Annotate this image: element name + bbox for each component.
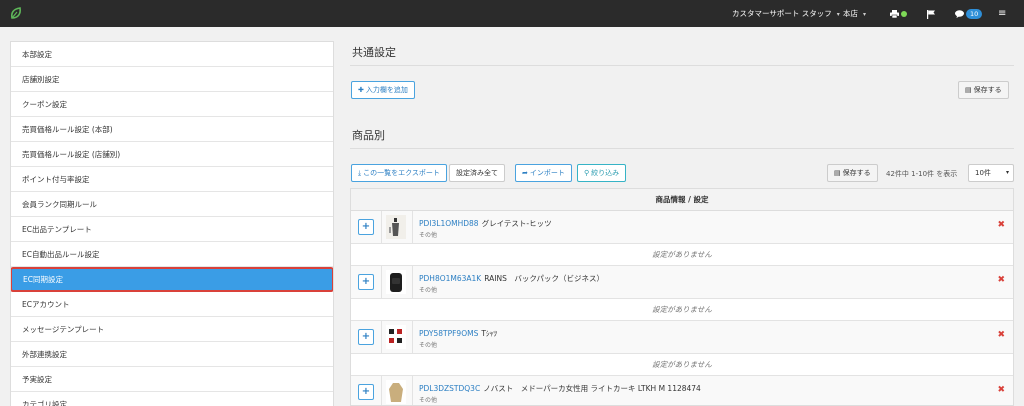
divider: [350, 148, 1014, 149]
product-info: PDY58TPF9OMS Tｼｬﾂ: [419, 328, 497, 339]
product-name: グレイテスト-ヒッツ: [481, 219, 552, 228]
sidebar-item-ec-sync[interactable]: EC同期設定: [11, 267, 333, 292]
staff-name: カスタマーサポート スタッフ: [732, 9, 832, 18]
messages-button[interactable]: 10: [955, 0, 983, 27]
hamburger-menu-icon[interactable]: ≡: [998, 0, 1006, 27]
export-label: この一覧をエクスポート: [363, 169, 440, 177]
product-name: Tｼｬﾂ: [481, 329, 498, 338]
expand-row-button[interactable]: +: [358, 274, 374, 290]
export-button[interactable]: ⤓ この一覧をエクスポート: [351, 164, 447, 182]
sidebar-item-ec-auto-listing[interactable]: EC自動出品ルール設定: [11, 242, 333, 267]
table-row: + PDL3DZSTDQ3C ノバスト メドーパーカ女性用 ライトカーキ LTKH…: [351, 376, 1013, 405]
save-label: 保存する: [842, 169, 871, 177]
sidebar-item-store-settings[interactable]: 店舗別設定: [11, 67, 333, 92]
product-thumbnail[interactable]: [386, 270, 406, 294]
common-settings-title: 共通設定: [352, 46, 396, 59]
chevron-down-icon: ▾: [1005, 169, 1009, 176]
save-icon: ▤: [834, 169, 841, 177]
flag-icon: [927, 9, 935, 19]
product-thumbnail[interactable]: [386, 325, 406, 349]
expand-row-button[interactable]: +: [358, 384, 374, 400]
no-settings-text: 設定がありません: [351, 299, 1013, 321]
product-code-link[interactable]: PDL3DZSTDQ3C: [419, 384, 480, 393]
filter-button[interactable]: ⚲ 絞り込み: [577, 164, 627, 182]
store-name: 本店: [843, 9, 858, 18]
printer-icon: [890, 10, 899, 19]
product-code-link[interactable]: PDY58TPF9OMS: [419, 329, 478, 338]
set-all-button[interactable]: 設定済み全て: [449, 164, 505, 182]
add-field-button[interactable]: ✚ 入力欄を追加: [351, 81, 415, 99]
sidebar-item-price-rule-store[interactable]: 売買価格ルール設定 (店舗別): [11, 142, 333, 167]
set-all-label: 設定済み全て: [456, 169, 498, 177]
delete-icon[interactable]: ✖: [997, 385, 1005, 395]
delete-icon[interactable]: ✖: [997, 220, 1005, 230]
chat-bubble-icon: [955, 10, 964, 18]
printer-status[interactable]: [890, 0, 907, 27]
sidebar-item-member-rank[interactable]: 会員ランク同期ルール: [11, 192, 333, 217]
chevron-down-icon: ▾: [836, 11, 840, 18]
product-name: ノバスト メドーパーカ女性用 ライトカーキ LTKH M 1128474: [483, 384, 701, 393]
product-name: RAINS バックパック（ビジネス）: [484, 274, 604, 283]
per-page-select[interactable]: 10件 ▾: [968, 164, 1014, 182]
sidebar-item-budget[interactable]: 予実設定: [11, 367, 333, 392]
table-row: + PDH8O1M63A1K RAINS バックパック（ビジネス） その他 ✖: [351, 266, 1013, 299]
sidebar-item-ec-account[interactable]: ECアカウント: [11, 292, 333, 317]
product-category: その他: [419, 287, 438, 294]
share-arrow-icon: ➦: [522, 169, 528, 177]
product-category: その他: [419, 232, 438, 239]
settings-sidebar: 本部設定 店舗別設定 クーポン設定 売買価格ルール設定 (本部) 売買価格ルール…: [10, 41, 334, 406]
search-icon: ⚲: [584, 169, 590, 177]
products-save-button[interactable]: ▤ 保存する: [827, 164, 878, 182]
table-row: + PDY58TPF9OMS Tｼｬﾂ その他 ✖: [351, 321, 1013, 354]
table-header: 商品情報 / 設定: [351, 189, 1013, 211]
pagination-count: 42件中 1-10件 を表示: [886, 170, 958, 178]
expand-row-button[interactable]: +: [358, 329, 374, 345]
product-table: 商品情報 / 設定 + PDI3L1OMHD88 グレイテスト-ヒッツ その他 ✖…: [350, 188, 1014, 406]
product-category: その他: [419, 397, 438, 404]
product-info: PDH8O1M63A1K RAINS バックパック（ビジネス）: [419, 273, 604, 284]
sidebar-item-coupon[interactable]: クーポン設定: [11, 92, 333, 117]
product-category: その他: [419, 342, 438, 349]
sidebar-item-price-rule-hq[interactable]: 売買価格ルール設定 (本部): [11, 117, 333, 142]
delete-icon[interactable]: ✖: [997, 330, 1005, 340]
per-page-value: 10件: [975, 169, 991, 177]
sidebar-item-message-template[interactable]: メッセージテンプレート: [11, 317, 333, 342]
product-info: PDI3L1OMHD88 グレイテスト-ヒッツ: [419, 218, 552, 229]
sidebar-item-point-rate[interactable]: ポイント付与率設定: [11, 167, 333, 192]
expand-row-button[interactable]: +: [358, 219, 374, 235]
save-label: 保存する: [973, 86, 1002, 94]
product-code-link[interactable]: PDH8O1M63A1K: [419, 274, 481, 283]
import-button[interactable]: ➦ インポート: [515, 164, 572, 182]
import-label: インポート: [529, 169, 565, 177]
status-online-icon: [901, 11, 907, 17]
plus-icon: ✚: [358, 86, 364, 94]
main-content: 共通設定 ✚ 入力欄を追加 ▤ 保存する 商品別 ⤓ この一覧をエクスポート 設定済み…: [340, 27, 1024, 406]
filter-label: 絞り込み: [591, 169, 620, 177]
sidebar-item-category[interactable]: カテゴリ設定: [11, 392, 333, 406]
top-bar: カスタマーサポート スタッフ ▾ 本店 ▾ 10 ≡: [0, 0, 1024, 27]
divider: [350, 65, 1014, 66]
sidebar-item-integration[interactable]: 外部連携設定: [11, 342, 333, 367]
common-save-button[interactable]: ▤ 保存する: [958, 81, 1009, 99]
app-logo-icon[interactable]: [9, 6, 23, 20]
flag-button[interactable]: [927, 0, 935, 27]
sidebar-item-headquarters[interactable]: 本部設定: [11, 42, 333, 67]
add-field-label: 入力欄を追加: [365, 86, 408, 94]
delete-icon[interactable]: ✖: [997, 275, 1005, 285]
store-menu[interactable]: 本店 ▾: [843, 0, 866, 27]
message-count-badge: 10: [966, 9, 983, 19]
product-info: PDL3DZSTDQ3C ノバスト メドーパーカ女性用 ライトカーキ LTKH M…: [419, 383, 701, 394]
table-row: + PDI3L1OMHD88 グレイテスト-ヒッツ その他 ✖: [351, 211, 1013, 244]
sidebar-item-ec-template[interactable]: EC出品テンプレート: [11, 217, 333, 242]
product-thumbnail[interactable]: [386, 380, 406, 404]
products-title: 商品別: [352, 129, 385, 142]
no-settings-text: 設定がありません: [351, 354, 1013, 376]
download-icon: ⤓: [358, 169, 362, 177]
product-thumbnail[interactable]: [386, 215, 406, 239]
staff-menu[interactable]: カスタマーサポート スタッフ ▾: [732, 0, 840, 27]
save-icon: ▤: [965, 86, 972, 94]
chevron-down-icon: ▾: [863, 11, 867, 18]
product-code-link[interactable]: PDI3L1OMHD88: [419, 219, 479, 228]
no-settings-text: 設定がありません: [351, 244, 1013, 266]
